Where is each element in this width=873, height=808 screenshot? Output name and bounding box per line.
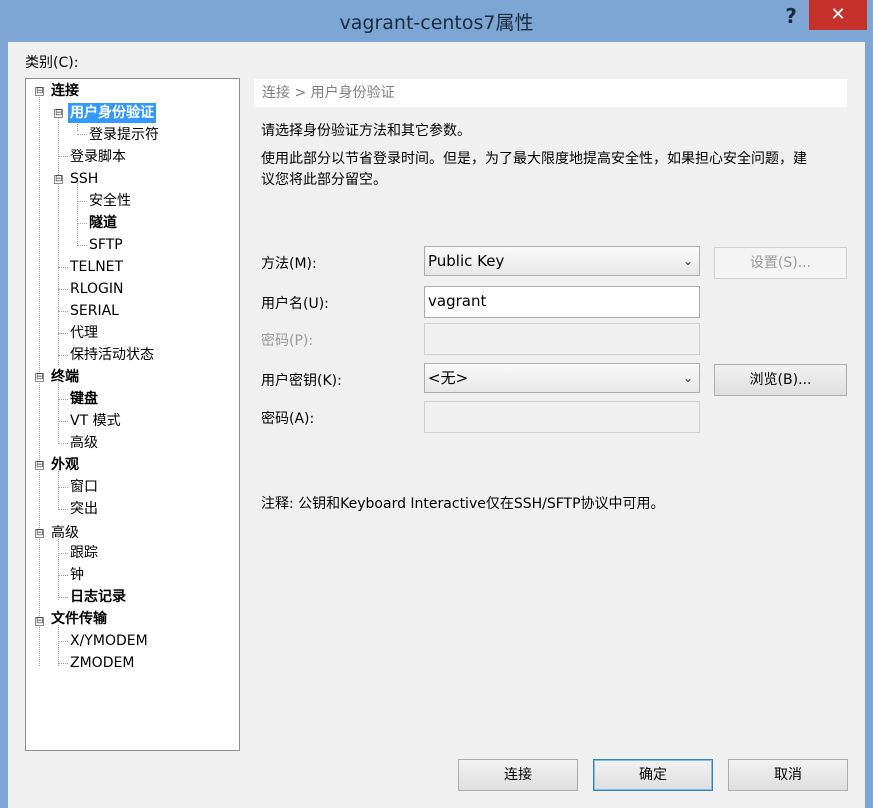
help-icon[interactable]: ? xyxy=(780,4,802,28)
tree-node-vt-mode[interactable]: VT 模式 xyxy=(70,411,121,431)
tree-node-telnet[interactable]: TELNET xyxy=(70,257,123,277)
category-label: 类别(C): xyxy=(25,55,79,71)
ok-button[interactable]: 确定 xyxy=(593,759,713,791)
collapse-icon[interactable]: ⊟ xyxy=(35,373,44,382)
tree-node-tunnel[interactable]: 隧道 xyxy=(89,213,117,233)
tree-node-zmodem[interactable]: ZMODEM xyxy=(70,653,134,673)
tree-node-highlight[interactable]: 突出 xyxy=(70,499,98,519)
tree-node-keyboard[interactable]: 键盘 xyxy=(70,389,98,409)
title-bar[interactable]: vagrant-centos7属性 ? ✕ xyxy=(0,0,873,42)
tree-node-bell[interactable]: 钟 xyxy=(70,565,84,585)
tree-node-user-auth[interactable]: 用户身份验证 xyxy=(68,103,156,123)
description-line: 请选择身份验证方法和其它参数。 xyxy=(261,123,471,139)
chevron-down-icon: ⌄ xyxy=(682,254,693,268)
tree-line xyxy=(77,201,87,202)
tree-node-rlogin[interactable]: RLOGIN xyxy=(70,279,124,299)
userkey-label: 用户密钥(K): xyxy=(261,373,342,389)
tree-line xyxy=(58,333,68,334)
tree-line xyxy=(58,487,68,488)
tree-line xyxy=(58,421,68,422)
collapse-icon[interactable]: ⊟ xyxy=(35,87,44,96)
tree-node-logging[interactable]: 日志记录 xyxy=(70,587,126,607)
tree-node-advanced[interactable]: 高级 xyxy=(51,523,79,543)
tree-line xyxy=(58,553,68,554)
tree-node-terminal-advanced[interactable]: 高级 xyxy=(70,433,98,453)
collapse-icon[interactable]: ⊟ xyxy=(35,529,44,538)
password-label: 密码(P): xyxy=(261,333,314,349)
settings-button[interactable]: 设置(S)... xyxy=(714,247,847,279)
tree-line xyxy=(58,575,68,576)
collapse-icon[interactable]: ⊟ xyxy=(35,461,44,470)
tree-node-proxy[interactable]: 代理 xyxy=(70,323,98,343)
tree-line xyxy=(58,311,68,312)
tree-line xyxy=(58,156,68,157)
username-label: 用户名(U): xyxy=(261,296,329,312)
tree-node-trace[interactable]: 跟踪 xyxy=(70,543,98,563)
tree-node-keepalive[interactable]: 保持活动状态 xyxy=(70,345,154,365)
userkey-value: <无> xyxy=(428,369,469,387)
method-select[interactable]: Public Key ⌄ xyxy=(424,246,700,276)
cancel-button[interactable]: 取消 xyxy=(728,759,848,791)
tree-node-login-script[interactable]: 登录脚本 xyxy=(70,147,126,167)
tree-line xyxy=(58,399,68,400)
tree-line xyxy=(77,223,87,224)
tree-line xyxy=(58,355,68,356)
tree-line xyxy=(58,537,59,600)
category-tree[interactable]: ⊟ ⊟ ⊟ ⊟ ⊟ ⊟ ⊟ 连接 用户身份验证 登录提示符 登录脚本 SSH 安… xyxy=(25,78,240,751)
dialog-client: 类别(C): ⊟ ⊟ ⊟ ⊟ ⊟ ⊟ ⊟ 连接 用户身份验证 登录提示符 登录脚… xyxy=(8,42,865,808)
username-field[interactable]: vagrant xyxy=(424,286,700,318)
method-value: Public Key xyxy=(428,252,505,270)
tree-line xyxy=(77,134,87,135)
tree-line xyxy=(58,267,68,268)
description-line: 议您将此部分留空。 xyxy=(261,172,387,188)
browse-button[interactable]: 浏览(B)... xyxy=(714,364,847,396)
tree-line xyxy=(58,663,68,664)
tree-line xyxy=(58,509,68,510)
collapse-icon[interactable]: ⊟ xyxy=(54,175,63,184)
tree-node-login-prompt[interactable]: 登录提示符 xyxy=(89,125,159,145)
tree-node-security[interactable]: 安全性 xyxy=(89,191,131,211)
tree-node-ssh[interactable]: SSH xyxy=(70,169,98,189)
tree-line xyxy=(58,117,59,365)
collapse-icon[interactable]: ⊟ xyxy=(35,617,44,626)
tree-line xyxy=(58,641,68,642)
properties-dialog: vagrant-centos7属性 ? ✕ 类别(C): ⊟ ⊟ ⊟ ⊟ ⊟ ⊟… xyxy=(0,0,873,808)
passphrase-label: 密码(A): xyxy=(261,411,315,427)
connect-button[interactable]: 连接 xyxy=(458,759,578,791)
tree-node-xymodem[interactable]: X/YMODEM xyxy=(70,631,148,651)
tree-line xyxy=(58,443,68,444)
tree-line xyxy=(58,625,59,666)
tree-line xyxy=(77,245,87,246)
tree-node-sftp[interactable]: SFTP xyxy=(89,235,123,255)
tree-line xyxy=(58,597,68,598)
passphrase-field[interactable] xyxy=(424,401,700,433)
collapse-icon[interactable]: ⊟ xyxy=(54,109,63,118)
tree-node-appearance[interactable]: 外观 xyxy=(51,455,79,475)
tree-node-file-transfer[interactable]: 文件传输 xyxy=(51,609,107,629)
tree-node-window[interactable]: 窗口 xyxy=(70,477,98,497)
tree-line xyxy=(58,381,59,444)
description-line: 使用此部分以节省登录时间。但是，为了最大限度地提高安全性，如果担心安全问题，建 xyxy=(261,151,807,167)
userkey-select[interactable]: <无> ⌄ xyxy=(424,363,700,393)
tree-node-connection[interactable]: 连接 xyxy=(51,81,79,101)
breadcrumb: 连接 > 用户身份验证 xyxy=(254,79,847,107)
tree-node-serial[interactable]: SERIAL xyxy=(70,301,119,321)
close-button[interactable]: ✕ xyxy=(809,0,867,30)
note-text: 注释: 公钥和Keyboard Interactive仅在SSH/SFTP协议中… xyxy=(261,496,665,512)
tree-line xyxy=(77,183,78,244)
tree-node-terminal[interactable]: 终端 xyxy=(51,367,79,387)
method-label: 方法(M): xyxy=(261,256,317,272)
password-field[interactable] xyxy=(424,323,700,355)
tree-line xyxy=(58,469,59,510)
window-title: vagrant-centos7属性 xyxy=(339,12,534,34)
tree-line xyxy=(58,289,68,290)
chevron-down-icon: ⌄ xyxy=(682,371,693,385)
